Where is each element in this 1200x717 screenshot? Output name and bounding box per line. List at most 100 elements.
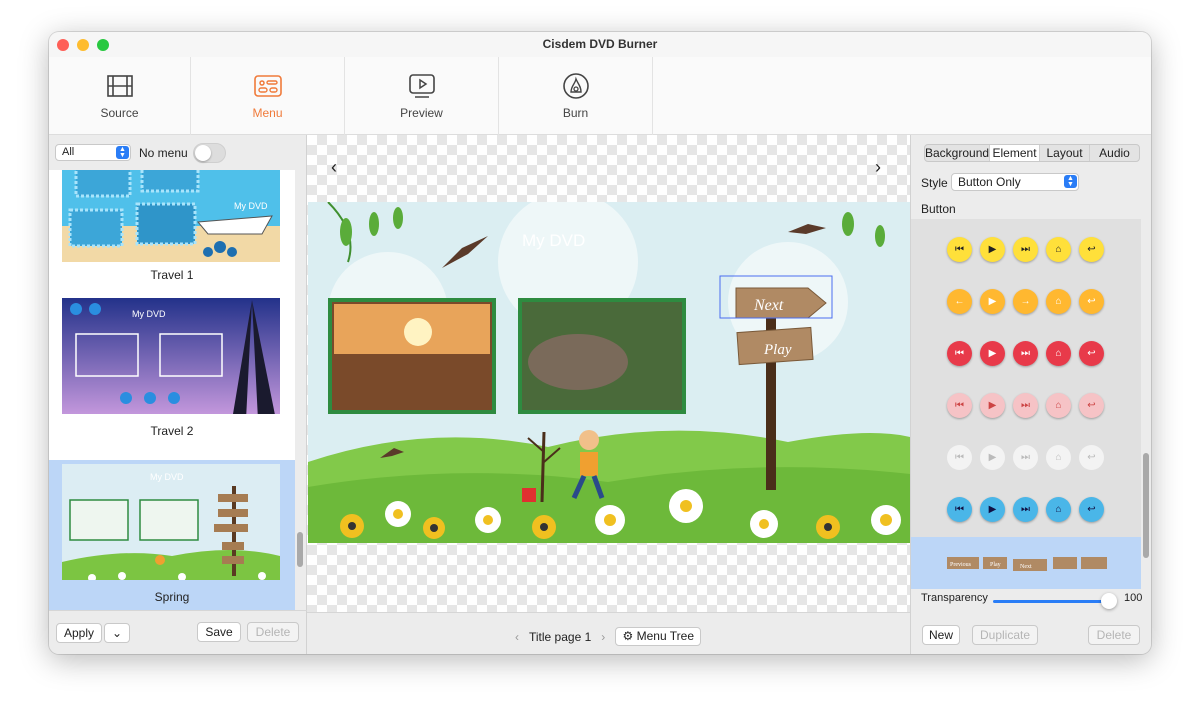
template-travel-1[interactable]: My DVD Travel 1	[49, 170, 295, 290]
home-icon: ⌂	[1046, 237, 1071, 262]
page-label: Title page 1	[529, 629, 592, 644]
button-style-pink[interactable]: ⏮ ▶ ⏭ ⌂ ↩	[947, 393, 1104, 418]
tab-audio[interactable]: Audio	[1090, 145, 1139, 161]
skip-back-icon: ⏮	[947, 497, 972, 522]
menu-editor: ‹ › My DVD Next Play ‹ Title page 1 › ⚙ …	[307, 135, 910, 654]
tab-menu[interactable]: Menu	[191, 57, 345, 135]
minimize-window-button[interactable]	[77, 39, 89, 51]
chevron-down-icon: ⌄	[111, 626, 123, 640]
tab-burn[interactable]: Burn	[499, 57, 653, 135]
apply-dropdown-button[interactable]: ⌄	[104, 623, 130, 643]
template-actions: Apply ⌄ Save Delete	[49, 610, 307, 654]
skip-forward-icon: ⏭	[1013, 237, 1038, 262]
home-icon: ⌂	[1046, 445, 1071, 470]
button-style-white[interactable]: ⏮ ▶ ⏭ ⌂ ↩	[947, 445, 1104, 470]
gear-icon: ⚙	[622, 629, 634, 643]
new-button[interactable]: New	[922, 625, 960, 645]
play-icon: ▶	[980, 341, 1005, 366]
button-style-wood[interactable]: Previous Play Next	[911, 537, 1141, 589]
thumb-title: My DVD	[150, 472, 184, 482]
menu-tree-button[interactable]: ⚙ Menu Tree	[615, 627, 702, 646]
return-icon: ↩	[1079, 289, 1104, 314]
tab-element[interactable]: Element	[990, 145, 1041, 161]
template-name: Travel 1	[150, 268, 194, 282]
button-style-red[interactable]: ⏮ ▶ ⏭ ⌂ ↩	[947, 341, 1104, 366]
transparency-slider[interactable]	[993, 600, 1111, 603]
skip-back-icon: ⏮	[947, 237, 972, 262]
template-list-scrollbar[interactable]	[297, 532, 303, 567]
canvas-play-button-label: Play	[763, 342, 792, 358]
template-spring[interactable]: My DVD Spring	[49, 460, 295, 610]
tab-source[interactable]: Source	[49, 57, 191, 135]
previous-page-icon[interactable]: ‹	[515, 630, 519, 644]
button-style-orange[interactable]: ← ▶ → ⌂ ↩	[947, 289, 1104, 314]
delete-template-button[interactable]: Delete	[247, 622, 299, 642]
transparency-value: 100	[1124, 592, 1143, 604]
zoom-window-button[interactable]	[97, 39, 109, 51]
play-icon: ▶	[980, 393, 1005, 418]
property-tabs: Background Element Layout Audio	[924, 144, 1140, 162]
menu-layout-icon	[253, 75, 282, 97]
play-icon: ▶	[980, 237, 1005, 262]
template-travel-2[interactable]: My DVD Travel 2	[49, 290, 295, 440]
main-toolbar: Source Menu Preview Burn	[49, 57, 1151, 135]
thumb-title: My DVD	[132, 309, 166, 319]
play-icon: ▶	[980, 289, 1005, 314]
template-sidebar: All ▲ ▼ No menu My DVD Travel 1 My DVD T…	[49, 135, 307, 654]
return-icon: ↩	[1079, 497, 1104, 522]
template-thumbnail: My DVD	[62, 464, 280, 580]
template-filter-select[interactable]: All ▲ ▼	[55, 144, 131, 161]
tab-source-label: Source	[100, 106, 139, 120]
duplicate-button[interactable]: Duplicate	[972, 625, 1038, 645]
chevron-right-icon[interactable]: ›	[875, 157, 881, 178]
window-title: Cisdem DVD Burner	[542, 37, 658, 51]
wood-next-label: Next	[1020, 564, 1032, 570]
film-icon	[106, 75, 133, 97]
next-page-icon[interactable]: ›	[601, 630, 605, 644]
home-icon: ⌂	[1046, 393, 1071, 418]
skip-back-icon: ⏮	[947, 393, 972, 418]
home-icon: ⌂	[1046, 497, 1071, 522]
close-window-button[interactable]	[57, 39, 69, 51]
tab-burn-label: Burn	[562, 106, 589, 120]
return-icon: ↩	[1079, 445, 1104, 470]
skip-forward-icon: ⏭	[1013, 497, 1038, 522]
return-icon: ↩	[1079, 393, 1104, 418]
button-section-label: Button	[921, 202, 956, 216]
tab-background[interactable]: Background	[925, 145, 991, 161]
button-style-blue[interactable]: ⏮ ▶ ⏭ ⌂ ↩	[947, 497, 1104, 522]
title-bar: Cisdem DVD Burner	[49, 32, 1151, 57]
stepper-icon: ▲ ▼	[116, 146, 129, 159]
style-select[interactable]: Button Only ▲ ▼	[951, 173, 1079, 191]
skip-back-icon: ⏮	[947, 445, 972, 470]
apply-button[interactable]: Apply	[56, 623, 102, 643]
template-list: My DVD Travel 1 My DVD Travel 2 My DVD S…	[49, 170, 295, 610]
template-name: Spring	[154, 590, 190, 604]
app-window: Cisdem DVD Burner Source Menu Preview Bu…	[49, 32, 1151, 654]
play-icon: ▶	[980, 445, 1005, 470]
tab-menu-label: Menu	[252, 106, 283, 120]
button-style-yellow[interactable]: ⏮ ▶ ⏭ ⌂ ↩	[947, 237, 1104, 262]
save-button[interactable]: Save	[197, 622, 241, 642]
no-menu-label: No menu	[139, 146, 188, 160]
skip-forward-icon: ⏭	[1013, 341, 1038, 366]
disc-burn-icon	[562, 73, 589, 99]
no-menu-toggle[interactable]	[193, 143, 226, 163]
canvas-title: My DVD	[522, 231, 585, 250]
arrow-left-icon: ←	[947, 289, 972, 314]
menu-canvas[interactable]: My DVD Next Play	[308, 192, 910, 543]
canvas-next-button-label: Next	[753, 297, 784, 314]
page-navigation-bar: ‹ Title page 1 › ⚙ Menu Tree	[307, 612, 910, 654]
chevron-left-icon[interactable]: ‹	[331, 157, 337, 178]
tab-layout[interactable]: Layout	[1040, 145, 1091, 161]
delete-button[interactable]: Delete	[1088, 625, 1140, 645]
filter-value: All	[62, 146, 75, 158]
button-style-scrollbar[interactable]	[1143, 453, 1149, 558]
svg-text:My DVD: My DVD	[234, 201, 268, 211]
home-icon: ⌂	[1046, 341, 1071, 366]
transparency-slider-knob[interactable]	[1101, 593, 1117, 609]
tab-preview[interactable]: Preview	[345, 57, 499, 135]
transparency-label: Transparency	[921, 592, 988, 604]
style-label: Style	[921, 176, 948, 190]
template-thumbnail: My DVD	[62, 170, 280, 262]
